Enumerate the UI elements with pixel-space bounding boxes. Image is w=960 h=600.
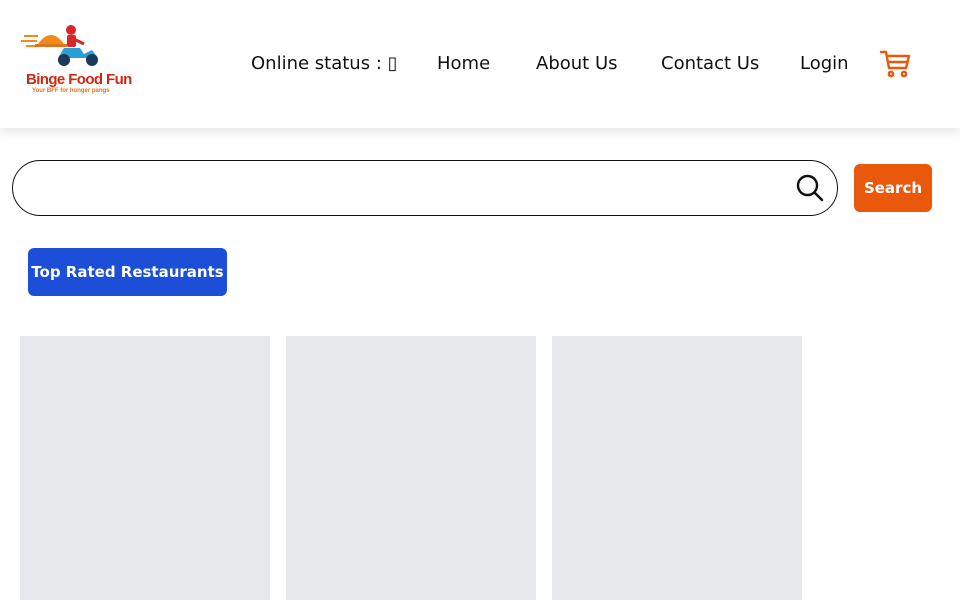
restaurant-card-placeholder bbox=[286, 336, 536, 600]
logo[interactable]: Binge Food Fun Your BFF for hunger pangs bbox=[18, 22, 132, 102]
nav-home-link[interactable]: Home bbox=[437, 53, 490, 74]
delivery-scooter-icon bbox=[21, 25, 98, 66]
brand-title: Binge Food Fun bbox=[26, 71, 132, 88]
brand-tagline: Your BFF for hunger pangs bbox=[32, 88, 110, 94]
nav-about-link[interactable]: About Us bbox=[536, 53, 618, 74]
restaurant-card-placeholder bbox=[552, 336, 802, 600]
online-status: Online status : ▯ bbox=[251, 53, 398, 74]
search-input[interactable] bbox=[33, 169, 787, 209]
nav-login-link[interactable]: Login bbox=[800, 53, 849, 74]
restaurant-card-placeholder bbox=[20, 336, 270, 600]
search-bar bbox=[12, 160, 838, 216]
cart-icon[interactable] bbox=[879, 49, 911, 79]
search-icon[interactable] bbox=[796, 174, 824, 202]
header: Binge Food Fun Your BFF for hunger pangs… bbox=[0, 0, 960, 128]
nav-contact-link[interactable]: Contact Us bbox=[661, 53, 759, 74]
search-button[interactable]: Search bbox=[854, 164, 932, 212]
top-rated-restaurants-button[interactable]: Top Rated Restaurants bbox=[28, 248, 227, 296]
